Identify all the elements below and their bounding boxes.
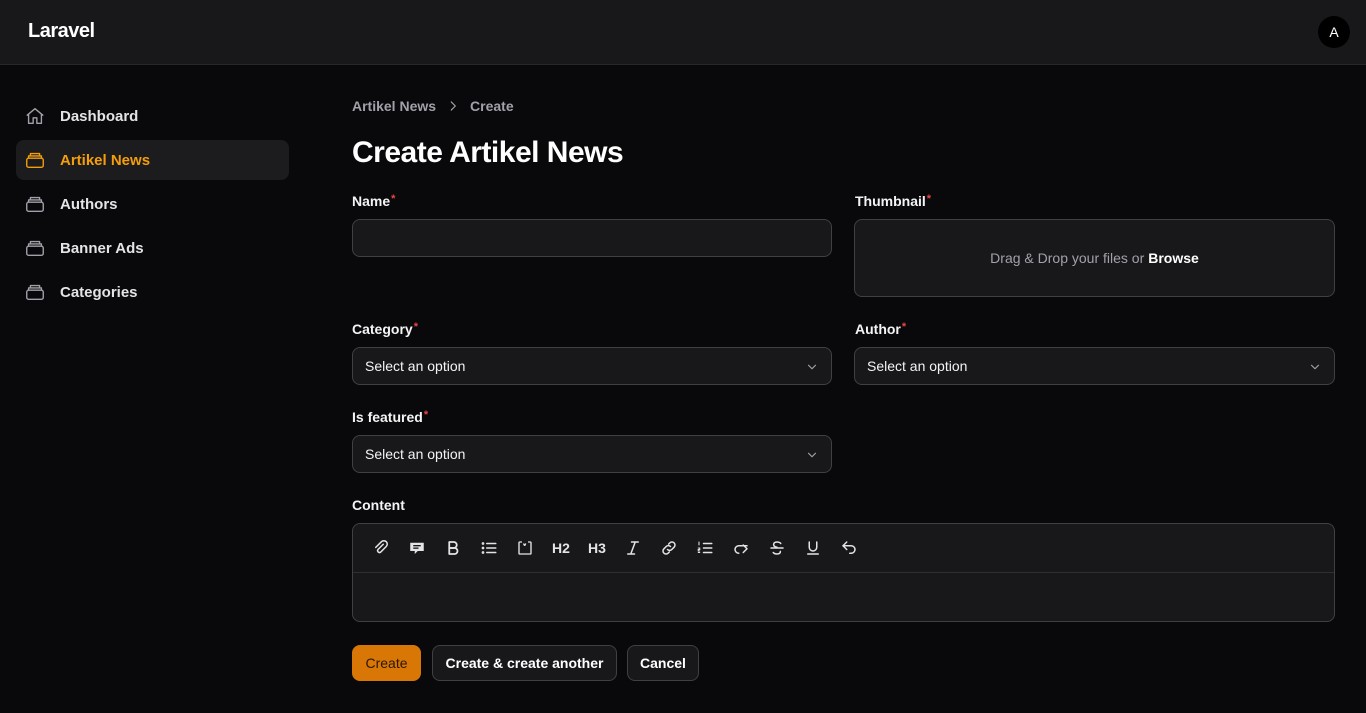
author-select-value: Select an option [867,358,968,374]
page-title: Create Artikel News [352,136,624,169]
category-label: Category* [352,321,418,337]
h3-button[interactable]: H3 [581,532,613,564]
bullet-list-icon [481,542,497,554]
editor-content-area[interactable] [353,573,1334,621]
code-block-button[interactable] [509,532,541,564]
stack-icon [26,284,44,301]
redo-button[interactable] [725,532,757,564]
is-featured-label: Is featured* [352,409,428,425]
browse-link[interactable]: Browse [1148,250,1199,266]
link-icon [662,541,676,555]
stack-icon [26,240,44,257]
undo-icon [842,541,856,554]
sidebar-item-dashboard[interactable]: Dashboard [16,96,289,136]
chevron-down-icon [1310,364,1320,370]
sidebar-item-label: Categories [60,283,138,301]
required-mark: * [926,193,932,205]
breadcrumb-parent[interactable]: Artikel News [352,98,436,114]
author-label-text: Author [855,321,901,337]
create-button[interactable]: Create [352,645,421,681]
category-select[interactable]: Select an option [352,347,832,385]
name-input[interactable] [352,219,832,257]
brand-logo[interactable]: Laravel [28,20,95,43]
strike-button[interactable] [761,532,793,564]
h2-icon: H2 [552,540,570,556]
sidebar-item-label: Banner Ads [60,239,144,257]
category-label-text: Category [352,321,413,337]
undo-button[interactable] [833,532,865,564]
breadcrumb: Artikel News Create [352,96,1335,116]
sidebar-item-banner-ads[interactable]: Banner Ads [16,228,289,268]
required-mark: * [413,321,418,333]
home-icon [26,107,44,125]
chevron-right-icon [450,101,456,111]
top-bar: Laravel A [0,0,1366,65]
is-featured-select[interactable]: Select an option [352,435,832,473]
stack-icon [26,196,44,213]
italic-button[interactable] [617,532,649,564]
breadcrumb-current: Create [470,98,514,114]
sidebar-item-categories[interactable]: Categories [16,272,289,312]
required-mark: * [423,409,429,421]
author-label: Author* [855,321,906,337]
bold-button[interactable] [437,532,469,564]
create-another-button[interactable]: Create & create another [432,645,617,681]
underline-button[interactable] [797,532,829,564]
attach-files-button[interactable] [365,532,397,564]
sidebar-item-label: Authors [60,195,118,213]
stack-icon [26,152,44,169]
thumbnail-dropzone[interactable]: Drag & Drop your files or Browse [854,219,1335,297]
redo-icon [734,544,748,554]
content-label: Content [352,497,405,513]
ordered-list-icon [697,541,713,554]
sidebar-item-label: Dashboard [60,107,139,125]
required-mark: * [391,193,396,205]
ordered-list-button[interactable] [689,532,721,564]
main-content: Artikel News Create Create Artikel News … [352,96,1335,681]
thumbnail-label: Thumbnail* [855,193,931,209]
strike-icon [770,541,784,555]
required-mark: * [901,321,907,333]
thumbnail-label-text: Thumbnail [855,193,926,209]
h3-icon: H3 [588,540,606,556]
is-featured-select-value: Select an option [365,446,466,462]
is-featured-label-text: Is featured [352,409,423,425]
blockquote-button[interactable] [401,532,433,564]
sidebar-item-label: Artikel News [60,151,151,169]
h2-button[interactable]: H2 [545,532,577,564]
author-select[interactable]: Select an option [854,347,1335,385]
name-label-text: Name [352,193,391,209]
bullet-list-button[interactable] [473,532,505,564]
underline-icon [807,541,819,555]
user-avatar[interactable]: A [1318,16,1350,48]
cancel-button[interactable]: Cancel [627,645,699,681]
chevron-down-icon [807,364,817,370]
sidebar: Dashboard Artikel News Authors Banner Ad… [16,96,289,316]
italic-icon [627,541,639,555]
attach-files-icon [375,539,388,554]
editor-toolbar: H2 H3 [353,524,1334,573]
sidebar-item-authors[interactable]: Authors [16,184,289,224]
link-button[interactable] [653,532,685,564]
chevron-down-icon [807,452,817,458]
bold-icon [448,541,459,555]
code-block-icon [518,541,532,555]
sidebar-item-artikel-news[interactable]: Artikel News [16,140,289,180]
rich-editor: H2 H3 [352,523,1335,622]
dropzone-text: Drag & Drop your files or [990,250,1145,266]
category-select-value: Select an option [365,358,466,374]
name-label: Name* [352,193,395,209]
blockquote-icon [410,542,424,554]
